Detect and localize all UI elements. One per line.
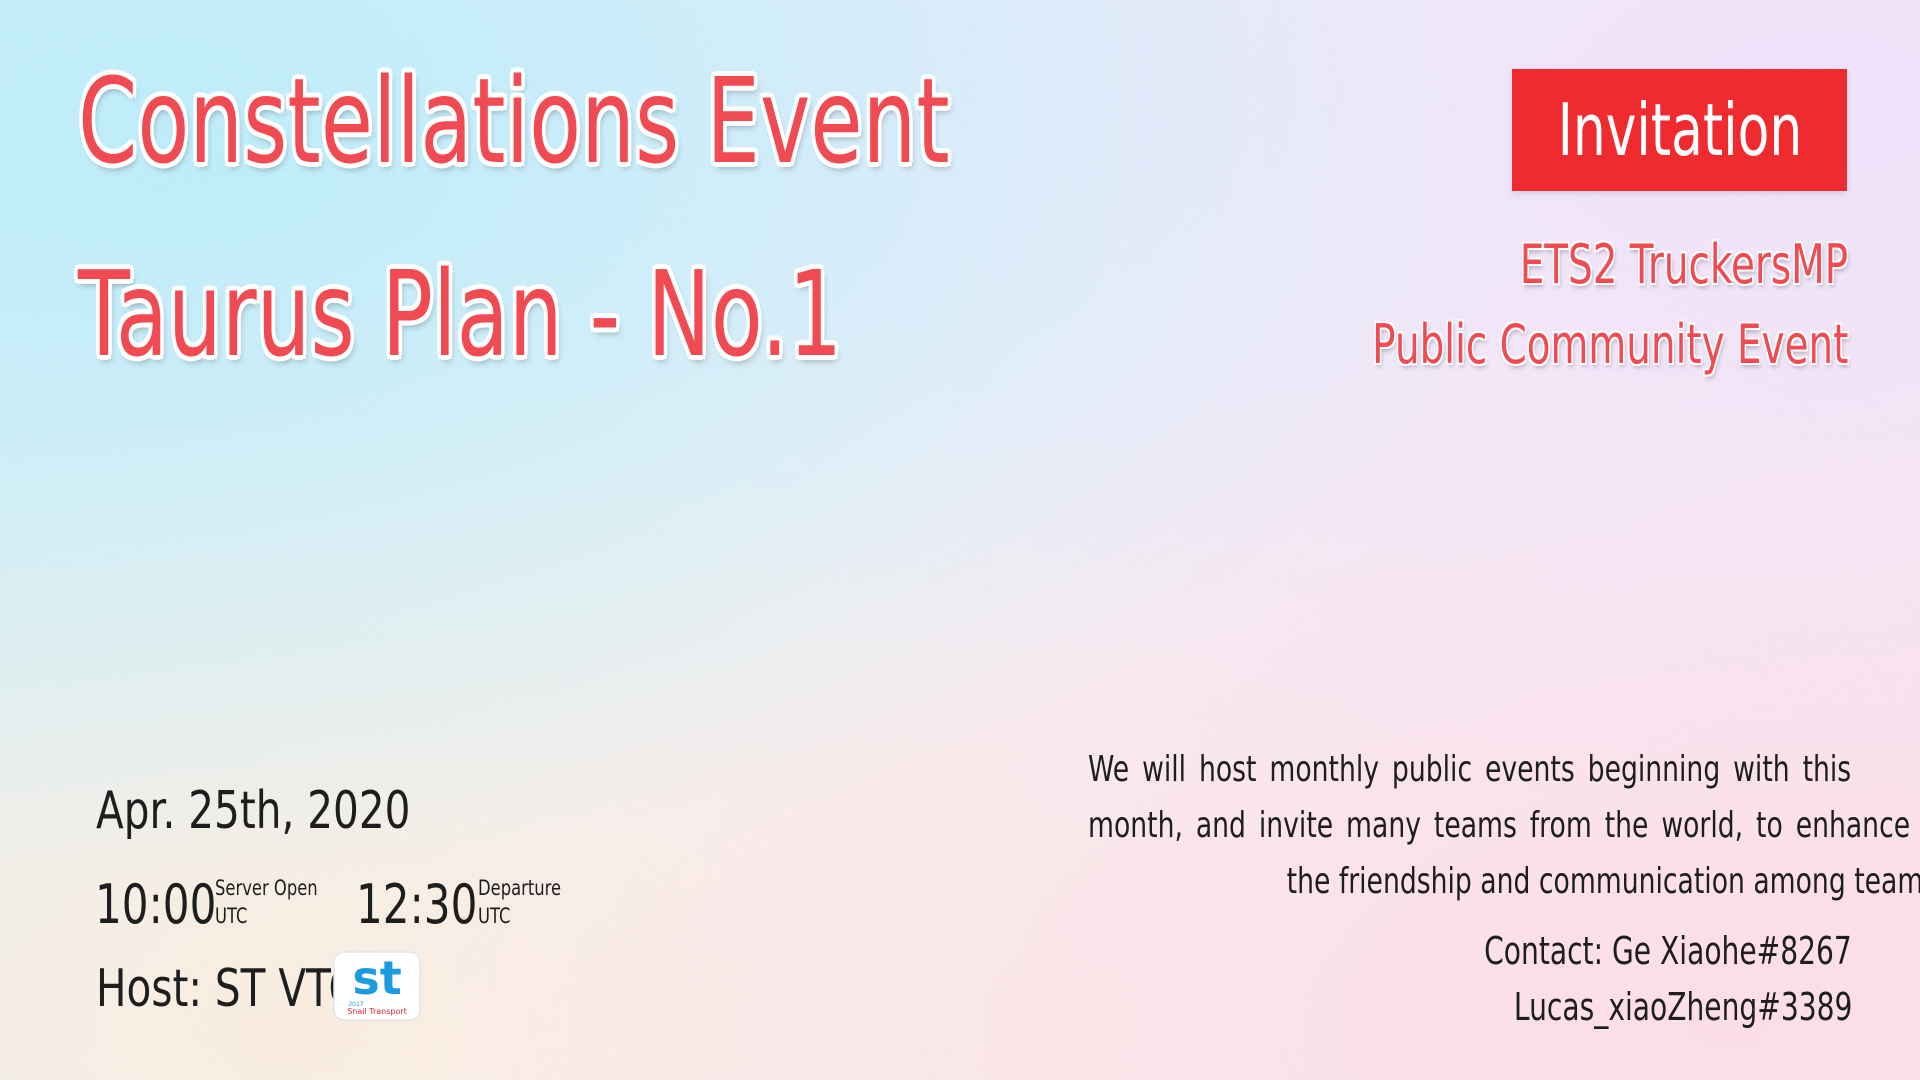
subtitle-game: ETS2 TruckersMP: [1519, 233, 1848, 296]
logo-caption: Snail Transport: [347, 1007, 407, 1016]
server-open-label: Server Open: [215, 876, 318, 900]
invitation-badge-label: Invitation: [1557, 88, 1802, 172]
description-line: We will host monthly public events begin…: [1088, 749, 1852, 790]
departure-time: 12:30: [356, 873, 478, 936]
snail-transport-logo: st 2017 Snail Transport: [333, 951, 421, 1021]
logo-letters: st: [352, 951, 401, 1005]
subtitle-event-type: Public Community Event: [1371, 313, 1848, 376]
event-title-line-1: Constellations Event: [78, 52, 950, 190]
event-host: Host: ST VTC: [96, 959, 357, 1019]
event-title-line-2: Taurus Plan - No.1: [78, 245, 843, 383]
server-open-timezone: UTC: [215, 904, 248, 928]
contact-secondary: Lucas_xiaoZheng#3389: [1513, 985, 1852, 1029]
contact-primary: Contact: Ge Xiaohe#8267: [1484, 929, 1852, 973]
invitation-badge: Invitation: [1512, 69, 1847, 191]
server-open-time: 10:00: [95, 873, 217, 936]
departure-label: Departure: [478, 876, 562, 900]
event-date: Apr. 25th, 2020: [96, 781, 411, 841]
description-line: month, and invite many teams from the wo…: [1088, 805, 1911, 846]
description-line: the friendship and communication among t…: [1286, 861, 1920, 902]
event-description: We will host monthly public events begin…: [1088, 742, 1920, 910]
departure-timezone: UTC: [478, 904, 511, 928]
